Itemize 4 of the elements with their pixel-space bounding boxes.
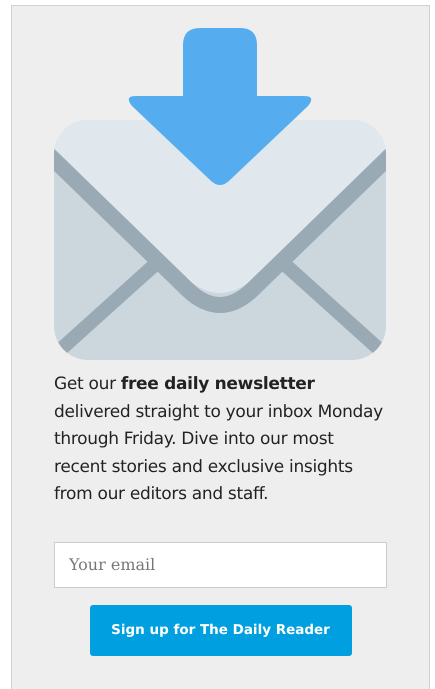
- envelope-download-icon: [54, 28, 386, 360]
- email-field[interactable]: Your email: [54, 542, 387, 588]
- signup-button[interactable]: Sign up for The Daily Reader: [90, 604, 352, 656]
- newsletter-description: Get our free daily newsletter delivered straight to your inbox Monday through Friday. Dive into our most recent stories and exclusive insights from our editors and staff.: [54, 373, 384, 506]
